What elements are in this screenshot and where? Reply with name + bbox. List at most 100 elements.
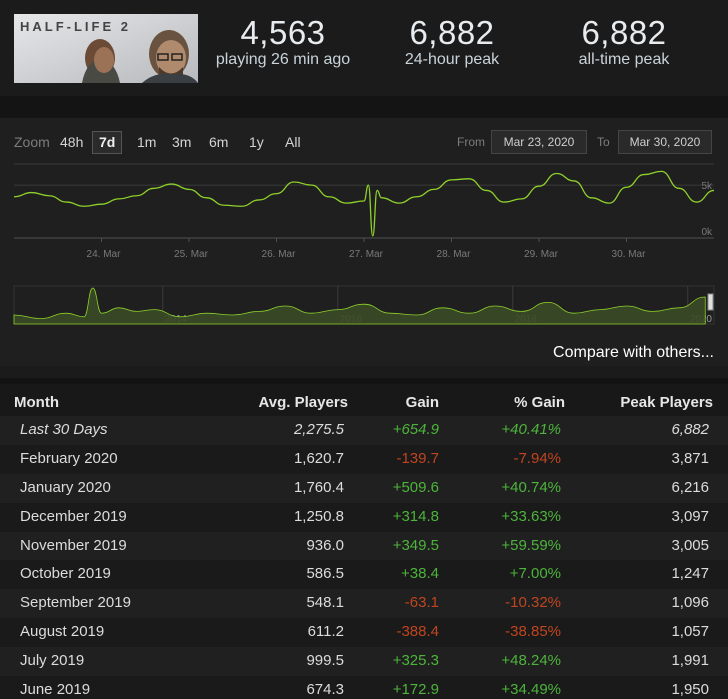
cell-gain: -139.7: [396, 449, 439, 467]
x-tick-label: 24. Mar: [87, 249, 122, 260]
cell-avg: 2,275.5: [293, 421, 344, 438]
chart-panel: Zoom 48h 7d 1m 3m 6m 1y All From Mar 23,…: [0, 118, 728, 366]
table-row: February 2020 1,620.7 -139.7 -7.94% 3,87…: [0, 444, 728, 474]
zoom-label: Zoom: [14, 134, 50, 150]
x-tick-label: 30. Mar: [612, 249, 647, 260]
to-label: To: [597, 135, 610, 149]
cell-peak: 3,871: [671, 449, 709, 467]
header-gain[interactable]: Gain: [406, 394, 439, 411]
cell-gain: +349.5: [392, 536, 439, 554]
cell-month: July 2019: [20, 652, 85, 670]
cell-month: August 2019: [20, 623, 105, 641]
cell-pct: +48.24%: [501, 652, 561, 670]
header-avg-players[interactable]: Avg. Players: [259, 394, 349, 411]
table-row: July 2019 999.5 +325.3 +48.24% 1,991: [0, 647, 728, 677]
cell-gain: +172.9: [392, 681, 439, 699]
cell-gain: +325.3: [392, 652, 439, 670]
navigator-chart[interactable]: 2014201620182020: [0, 284, 728, 328]
x-tick-label: 28. Mar: [437, 249, 472, 260]
table-row: June 2019 674.3 +172.9 +34.49% 1,950: [0, 676, 728, 699]
alltime-peak-label: all-time peak: [578, 51, 670, 68]
header-pct-gain[interactable]: % Gain: [514, 394, 565, 411]
cell-gain: +654.9: [392, 421, 439, 438]
game-logo[interactable]: HALF-LIFE 2: [14, 14, 198, 83]
x-tick-label: 26. Mar: [262, 249, 297, 260]
cell-gain: +38.4: [401, 565, 439, 583]
game-logo-image: HALF-LIFE 2: [14, 14, 198, 83]
from-date-input[interactable]: Mar 23, 2020: [491, 130, 587, 154]
x-tick-label: 27. Mar: [349, 249, 384, 260]
cell-peak: 3,005: [671, 536, 709, 554]
cell-month: December 2019: [20, 507, 127, 525]
day-peak-label: 24-hour peak: [404, 51, 500, 68]
cell-gain: +314.8: [392, 507, 439, 525]
from-label: From: [457, 135, 485, 149]
compare-link[interactable]: Compare with others...: [553, 344, 714, 362]
main-player-chart[interactable]: 5k0k24. Mar 25. Mar 26. Mar 27. Mar 28. Mar 2…: [0, 162, 728, 272]
table-row: September 2019 548.1 -63.1 -10.32% 1,096: [0, 589, 728, 619]
cell-gain: -388.4: [396, 623, 439, 641]
cell-month: September 2019: [20, 594, 131, 612]
table-row: Last 30 Days 2,275.5 +654.9 +40.41% 6,88…: [0, 416, 728, 445]
table-row: January 2020 1,760.4 +509.6 +40.74% 6,21…: [0, 473, 728, 503]
zoom-3m-button[interactable]: 3m: [165, 131, 198, 154]
alltime-peak-value: 6,882: [581, 14, 667, 51]
table-row: August 2019 611.2 -388.4 -38.85% 1,057: [0, 618, 728, 648]
cell-peak: 1,950: [671, 681, 709, 699]
zoom-6m-button[interactable]: 6m: [202, 131, 235, 154]
cell-peak: 1,991: [671, 652, 709, 670]
cell-gain: -63.1: [404, 594, 439, 612]
cell-avg: 611.2: [307, 623, 344, 641]
divider-band: [0, 96, 728, 118]
cell-pct: +33.63%: [501, 507, 561, 525]
header-peak-players[interactable]: Peak Players: [620, 394, 713, 411]
cell-pct: +7.00%: [509, 565, 561, 583]
current-players-label: playing 26 min ago: [215, 51, 351, 68]
stats-table: Month Avg. Players Gain % Gain Peak Play…: [0, 378, 728, 699]
nav-range-handle: [707, 293, 714, 311]
cell-peak: 1,247: [671, 565, 709, 583]
current-players-value: 4,563: [240, 14, 326, 51]
x-tick-label: 25. Mar: [174, 249, 209, 260]
cell-pct: +59.59%: [501, 536, 561, 554]
cell-pct: -38.85%: [505, 623, 561, 641]
zoom-all-button[interactable]: All: [278, 131, 308, 154]
cell-pct: +40.74%: [501, 478, 561, 496]
cell-pct: -7.94%: [513, 449, 561, 467]
cell-month: January 2020: [20, 478, 111, 496]
logo-title: HALF-LIFE 2: [20, 19, 131, 34]
cell-avg: 586.5: [306, 565, 344, 583]
cell-peak: 3,097: [671, 507, 709, 525]
cell-avg: 1,620.7: [293, 449, 344, 467]
table-row: December 2019 1,250.8 +314.8 +33.63% 3,0…: [0, 502, 728, 532]
cell-avg: 1,250.8: [293, 507, 344, 525]
cell-avg: 936.0: [306, 536, 344, 554]
header: HALF-LIFE 2 4,563 playing 26 min ago 6,8…: [0, 0, 728, 96]
cell-peak: 1,057: [671, 623, 709, 641]
zoom-7d-button[interactable]: 7d: [92, 131, 123, 154]
table-header: Month Avg. Players Gain % Gain Peak Play…: [0, 378, 728, 416]
cell-avg: 1,760.4: [293, 478, 344, 496]
to-date-input[interactable]: Mar 30, 2020: [618, 130, 712, 154]
table-body: Last 30 Days 2,275.5 +654.9 +40.41% 6,88…: [0, 416, 728, 699]
cell-pct: -10.32%: [505, 594, 561, 612]
table-row: November 2019 936.0 +349.5 +59.59% 3,005: [0, 531, 728, 561]
zoom-1y-button[interactable]: 1y: [242, 131, 271, 154]
zoom-1m-button[interactable]: 1m: [130, 131, 163, 154]
cell-month: November 2019: [20, 536, 127, 554]
day-peak-value: 6,882: [409, 14, 495, 51]
cell-gain: +509.6: [392, 478, 439, 496]
cell-pct: +40.41%: [501, 421, 561, 438]
stat-current: 4,563 playing 26 min ago: [214, 14, 352, 68]
cell-peak: 6,882: [671, 421, 709, 438]
stat-alltime-peak: 6,882 all-time peak: [568, 14, 680, 68]
table-row: October 2019 586.5 +38.4 +7.00% 1,247: [0, 560, 728, 590]
cell-peak: 6,216: [671, 478, 709, 496]
zoom-48h-button[interactable]: 48h: [53, 131, 90, 154]
cell-avg: 548.1: [306, 594, 344, 612]
header-month[interactable]: Month: [14, 394, 59, 411]
cell-peak: 1,096: [671, 594, 709, 612]
stat-24h-peak: 6,882 24-hour peak: [396, 14, 508, 68]
x-tick-label: 29. Mar: [524, 249, 559, 260]
cell-month: June 2019: [20, 681, 91, 699]
